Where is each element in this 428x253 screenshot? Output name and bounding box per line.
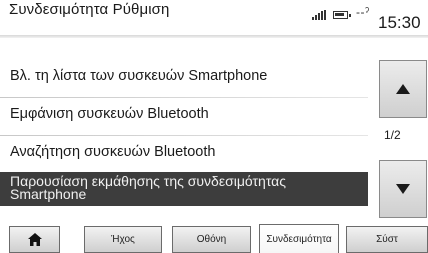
tab-connectivity[interactable]: Συνδεσιμότητα: [259, 224, 339, 253]
status-header: Συνδεσιμότητα Ρύθμιση --ˀ 15:30: [0, 0, 428, 34]
tab-display[interactable]: Οθόνη: [172, 226, 251, 253]
header-divider: [0, 35, 428, 38]
tab-sound[interactable]: Ήχος: [84, 226, 162, 253]
list-item-tutorial[interactable]: Παρουσίαση εκμάθησης της συνδεσιμότητας …: [0, 172, 368, 206]
list-item-smartphone-list[interactable]: Βλ. τη λίστα των συσκευών Smartphone: [0, 60, 368, 98]
arrow-up-icon: [396, 84, 410, 94]
tab-bar: Ήχος Οθόνη Συνδεσιμότητα Σύστ: [0, 220, 428, 253]
list-item-search-bluetooth[interactable]: Αναζήτηση συσκευών Bluetooth: [0, 136, 368, 174]
signal-strength-icon: [312, 10, 327, 20]
list-item-label: Βλ. τη λίστα των συσκευών Smartphone: [10, 68, 268, 84]
arrow-down-icon: [396, 184, 410, 194]
list-item-show-bluetooth[interactable]: Εμφάνιση συσκευών Bluetooth: [0, 98, 368, 136]
network-indicator: --ˀ: [356, 5, 370, 19]
scrollbar: 1/2: [378, 60, 428, 220]
tab-system[interactable]: Σύστ: [346, 226, 428, 253]
scroll-up-button[interactable]: [379, 60, 427, 118]
clock: 15:30: [378, 13, 421, 32]
page-indicator: 1/2: [384, 128, 401, 142]
scroll-down-button[interactable]: [379, 160, 427, 218]
list-item-label: Εμφάνιση συσκευών Bluetooth: [10, 106, 209, 122]
battery-icon: [333, 11, 351, 19]
tab-home[interactable]: [9, 226, 60, 253]
home-icon: [27, 233, 42, 246]
list-item-label: Αναζήτηση συσκευών Bluetooth: [10, 144, 216, 160]
page-title: Συνδεσιμότητα Ρύθμιση: [9, 1, 170, 18]
list-item-label: Παρουσίαση εκμάθησης της συνδεσιμότητας …: [10, 173, 286, 202]
